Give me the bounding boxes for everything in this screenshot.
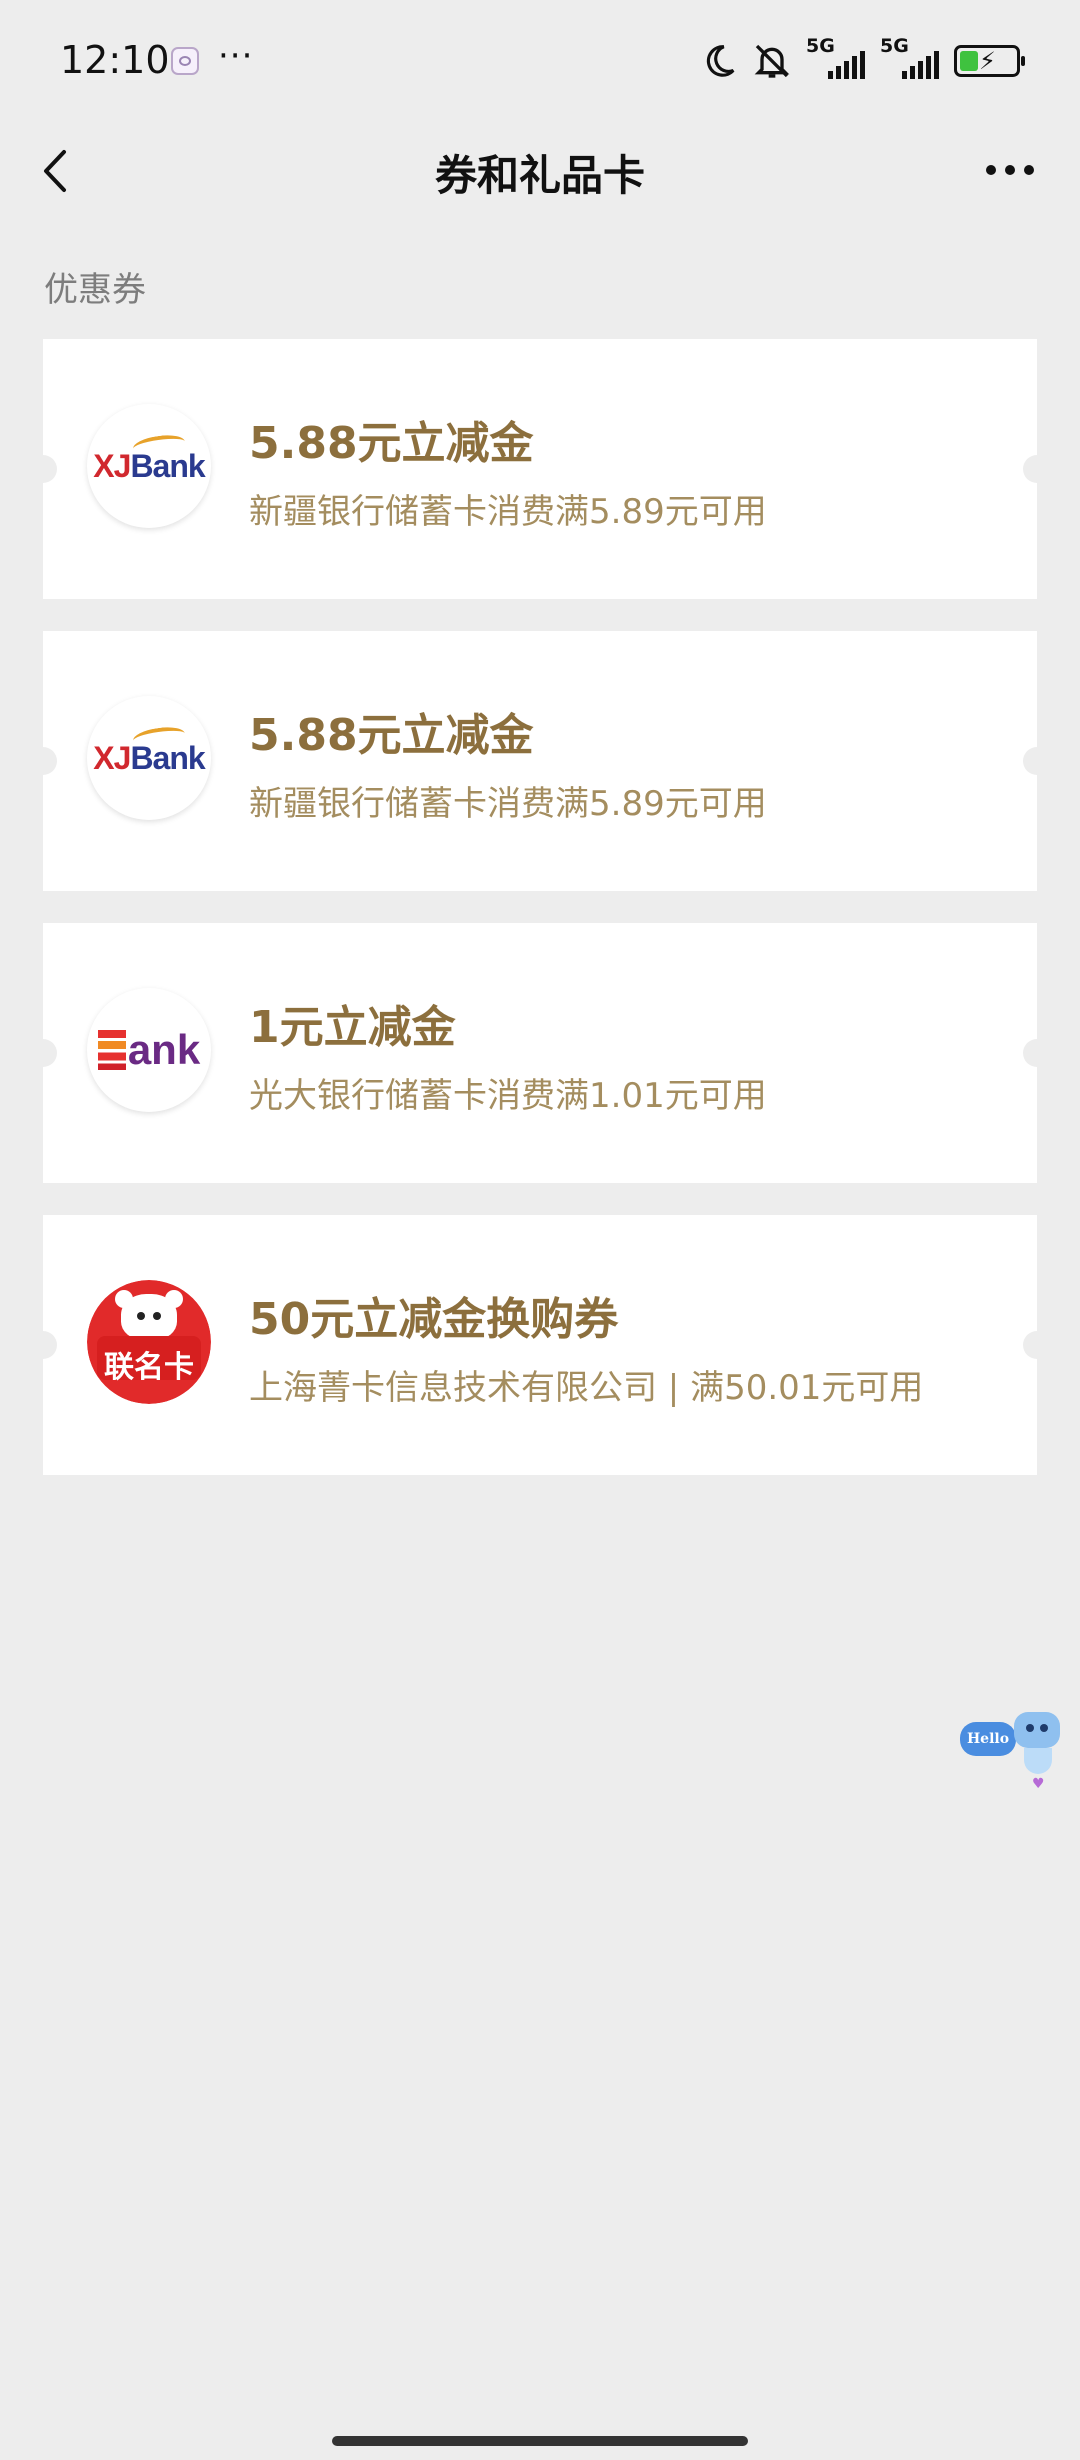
- coupon-title: 5.88元立减金: [249, 710, 534, 761]
- xjbank-logo-icon: XJBank: [87, 696, 211, 820]
- coupon-title: 5.88元立减金: [249, 418, 534, 469]
- coupon-card[interactable]: 联名卡 50元立减金换购券 上海菁卡信息技术有限公司 | 满50.01元可用: [29, 1215, 1051, 1475]
- coupon-description: 上海菁卡信息技术有限公司 | 满50.01元可用: [249, 1368, 924, 1408]
- coupon-description: 新疆银行储蓄卡消费满5.89元可用: [249, 784, 767, 824]
- coupon-description: 光大银行储蓄卡消费满1.01元可用: [249, 1076, 767, 1116]
- status-bar: 12:10 ··· 5G 5G ⚡: [0, 0, 1080, 120]
- coupon-title: 50元立减金换购券: [249, 1294, 619, 1345]
- status-icons: 5G 5G ⚡: [700, 35, 1025, 86]
- more-options-icon[interactable]: [986, 165, 1034, 175]
- page-title: 券和礼品卡: [434, 151, 645, 200]
- coupon-card[interactable]: ank 1元立减金 光大银行储蓄卡消费满1.01元可用: [29, 923, 1051, 1183]
- signal-5g-icon: 5G: [806, 35, 866, 81]
- status-time: 12:10: [60, 38, 170, 82]
- jd-cobrand-card-logo-icon: 联名卡: [87, 1280, 211, 1404]
- muted-bell-icon: [754, 44, 790, 78]
- home-indicator[interactable]: [332, 2436, 748, 2446]
- coupon-card[interactable]: XJBank 5.88元立减金 新疆银行储蓄卡消费满5.89元可用: [29, 339, 1051, 599]
- assistant-hello-bubble: Hello: [960, 1722, 1016, 1756]
- xjbank-logo-icon: XJBank: [87, 404, 211, 528]
- more-notifications-icon: ···: [218, 36, 254, 76]
- coupon-description: 新疆银行储蓄卡消费满5.89元可用: [249, 492, 767, 532]
- battery-charging-icon: ⚡: [954, 45, 1025, 77]
- signal-5g-icon: 5G: [880, 35, 940, 81]
- nav-bar: 券和礼品卡: [0, 120, 1080, 220]
- do-not-disturb-moon-icon: [706, 45, 735, 77]
- app-notification-icon: [171, 47, 199, 75]
- coupon-title: 1元立减金: [249, 1002, 456, 1053]
- floating-assistant-robot-icon[interactable]: Hello ♥: [960, 1706, 1070, 1792]
- section-label-coupons: 优惠券: [44, 270, 146, 310]
- coupon-card[interactable]: XJBank 5.88元立减金 新疆银行储蓄卡消费满5.89元可用: [29, 631, 1051, 891]
- everbright-bank-logo-icon: ank: [87, 988, 211, 1112]
